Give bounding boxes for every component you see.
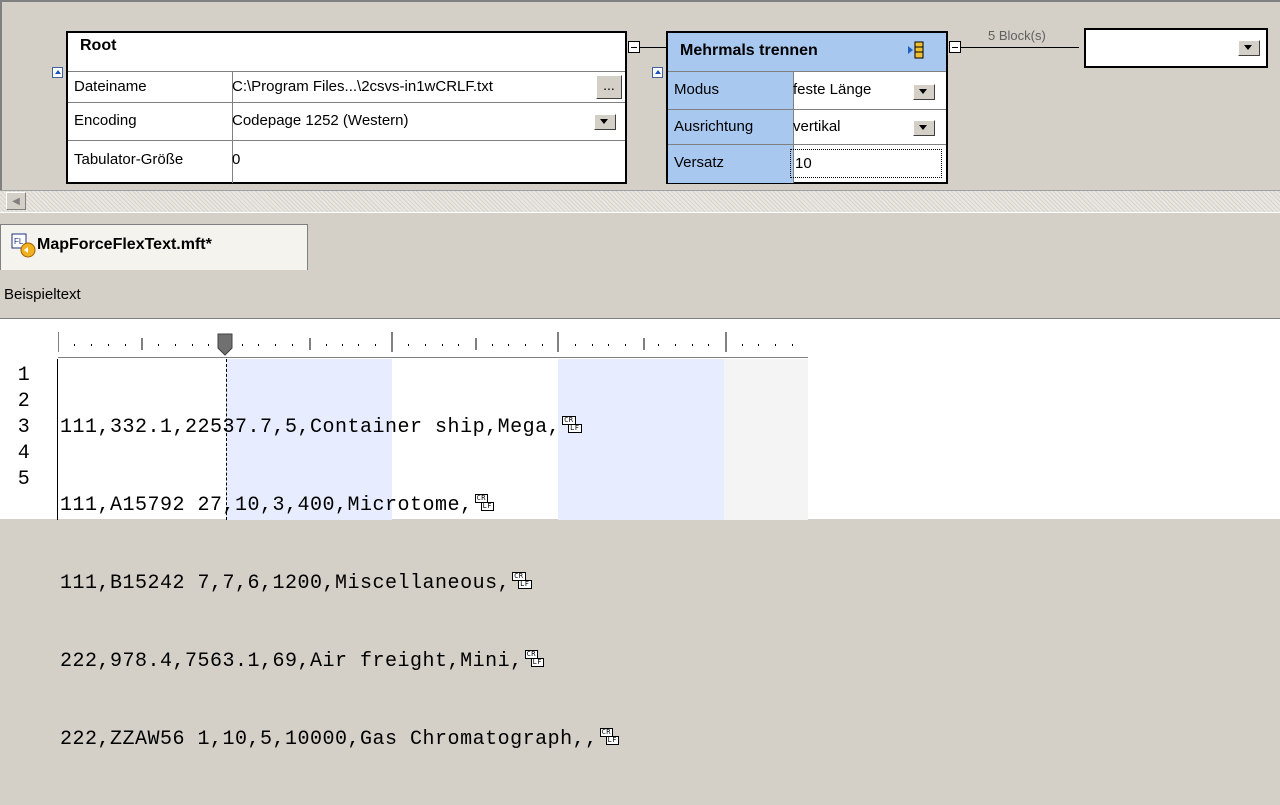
browse-button[interactable]: ... bbox=[596, 75, 622, 99]
connection-line bbox=[979, 47, 1079, 48]
line-number: 3 bbox=[17, 416, 31, 439]
offset-label: Versatz bbox=[668, 145, 794, 183]
flextext-file-icon: FL bbox=[11, 233, 37, 259]
root-output-connector[interactable] bbox=[628, 41, 640, 53]
tab-label: MapForceFlexText.mft* bbox=[37, 236, 212, 253]
crlf-icon bbox=[474, 494, 495, 512]
split-row-offset: Versatz 10 bbox=[668, 144, 946, 183]
block-count-label: 5 Block(s) bbox=[988, 28, 1046, 43]
text-line: 111,332.1,22537.7,5,Container ship,Mega, bbox=[60, 415, 1260, 441]
crlf-icon bbox=[512, 572, 532, 590]
mode-value[interactable]: feste Länge bbox=[787, 72, 913, 110]
encoding-dropdown-icon[interactable] bbox=[594, 114, 616, 130]
split-component[interactable]: Mehrmals trennen Modus feste Länge Ausri… bbox=[666, 31, 948, 184]
split-row-alignment: Ausrichtung vertikal bbox=[668, 109, 946, 145]
text-line: 111,B15242 7,7,6,1200,Miscellaneous, bbox=[60, 571, 1260, 597]
line-number: 2 bbox=[17, 390, 31, 413]
split-row-mode: Modus feste Länge bbox=[668, 71, 946, 110]
mode-label: Modus bbox=[668, 72, 794, 110]
target-dropdown-icon[interactable] bbox=[1238, 40, 1260, 56]
line-number: 4 bbox=[17, 442, 31, 465]
mode-dropdown-icon[interactable] bbox=[913, 84, 935, 100]
filename-label: Dateiname bbox=[68, 72, 233, 103]
root-row-tabsize: Tabulator-Größe 0 bbox=[68, 140, 625, 183]
target-component[interactable] bbox=[1084, 28, 1268, 68]
line-number: 1 bbox=[17, 364, 31, 387]
line-numbers: 1 2 3 4 5 bbox=[0, 363, 48, 493]
offset-marker-icon bbox=[217, 333, 233, 356]
tabsize-label: Tabulator-Größe bbox=[68, 141, 233, 183]
split-title: Mehrmals trennen bbox=[680, 42, 818, 59]
root-component[interactable]: Root Dateiname C:\Program Files...\2csvs… bbox=[66, 31, 627, 184]
crlf-icon bbox=[599, 728, 620, 746]
sample-text-editor[interactable]: 1 2 3 4 5 111,332.1,22537.7,5,Container … bbox=[0, 318, 1280, 751]
connection-line bbox=[640, 47, 666, 48]
root-title: Root bbox=[80, 37, 117, 54]
alignment-value[interactable]: vertikal bbox=[787, 110, 913, 145]
sample-text-header: Beispieltext bbox=[0, 272, 1280, 318]
canvas-horizontal-scrollbar[interactable] bbox=[0, 190, 1280, 212]
split-options-icon[interactable] bbox=[906, 40, 926, 60]
alignment-label: Ausrichtung bbox=[668, 110, 794, 145]
text-line: 222,ZZAW56 1,10,5,10000,Gas Chromatograp… bbox=[60, 727, 1260, 753]
svg-text:FL: FL bbox=[14, 237, 24, 246]
line-number-gutter bbox=[57, 359, 58, 520]
encoding-label: Encoding bbox=[68, 103, 233, 141]
encoding-value[interactable]: Codepage 1252 (Western) bbox=[226, 103, 592, 141]
split-output-connector[interactable] bbox=[949, 41, 961, 53]
root-row-encoding: Encoding Codepage 1252 (Western) bbox=[68, 102, 625, 141]
text-line: 222,978.4,7563.1,69,Air freight,Mini, bbox=[60, 649, 1260, 675]
line-number: 5 bbox=[17, 468, 31, 491]
connection-line bbox=[961, 47, 979, 48]
crlf-icon bbox=[562, 416, 582, 434]
alignment-dropdown-icon[interactable] bbox=[913, 120, 935, 136]
text-lines[interactable]: 111,332.1,22537.7,5,Container ship,Mega,… bbox=[60, 363, 1260, 805]
text-line: 111,A15792 27,10,3,400,Microtome, bbox=[60, 493, 1260, 519]
ruler[interactable] bbox=[57, 328, 808, 358]
root-row-filename: Dateiname C:\Program Files...\2csvs-in1w… bbox=[68, 71, 625, 103]
tabsize-value[interactable]: 0 bbox=[226, 141, 592, 183]
ruler-ticks bbox=[57, 332, 793, 356]
sample-text-label: Beispieltext bbox=[4, 286, 81, 303]
crlf-icon bbox=[524, 650, 545, 668]
tab-mapforceflextext[interactable]: FL MapForceFlexText.mft* bbox=[0, 224, 308, 270]
scroll-left-button[interactable]: ◀ bbox=[6, 192, 26, 210]
filename-value[interactable]: C:\Program Files...\2csvs-in1wCRLF.txt bbox=[226, 72, 602, 103]
offset-input[interactable]: 10 bbox=[790, 149, 942, 178]
